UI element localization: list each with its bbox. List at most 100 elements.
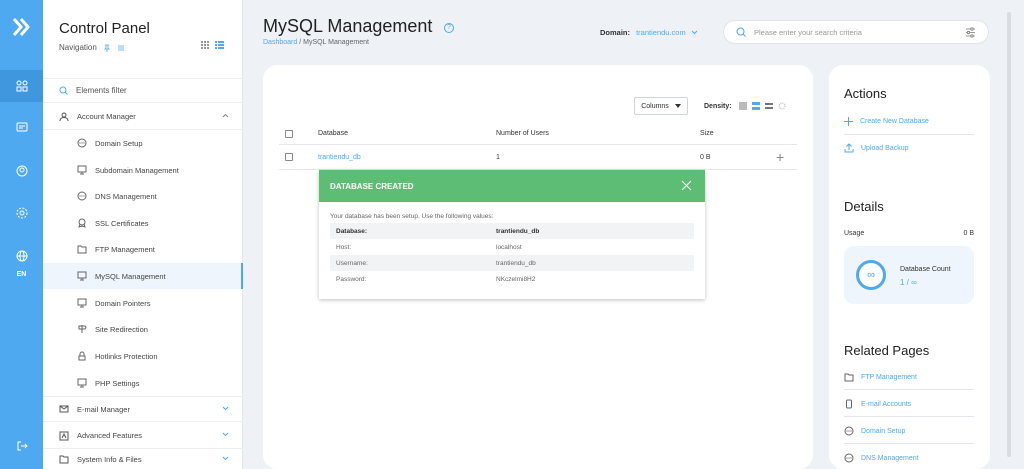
database-count-widget: ∞ Database Count 1 / ∞	[844, 246, 974, 304]
dns-icon	[77, 191, 87, 201]
select-all-checkbox[interactable]	[285, 123, 293, 144]
chevron-down-icon	[222, 456, 229, 461]
user-icon	[59, 112, 69, 121]
www-icon	[77, 138, 87, 148]
credential-row: Host: localhost	[330, 239, 694, 255]
language-label[interactable]: EN	[0, 271, 43, 278]
database-count-value: 1 / ∞	[900, 278, 917, 287]
related-link-label: E-mail Accounts	[861, 400, 912, 408]
nav-section-system-info[interactable]: System Info & Files	[43, 449, 243, 469]
table-row[interactable]: trantiendu_db 1 0 B +	[279, 145, 797, 170]
nav-subtitle: Navigation	[59, 43, 97, 52]
credential-value: localhost	[496, 243, 522, 251]
logo-icon[interactable]	[10, 16, 32, 38]
density-normal-icon[interactable]	[751, 102, 760, 110]
credential-key: Host:	[336, 243, 352, 251]
globe-icon[interactable]	[0, 242, 43, 270]
domain-label: Domain:	[600, 28, 630, 37]
list-view-icon[interactable]	[215, 41, 224, 49]
nav-item-dns-management[interactable]: DNS Management	[43, 183, 243, 209]
search-icon	[59, 86, 68, 95]
expand-row-icon[interactable]: +	[776, 145, 784, 169]
nav-item-label: PHP Settings	[95, 378, 140, 388]
chevron-down-icon	[691, 30, 698, 35]
nav-item-label: Domain Setup	[95, 138, 143, 148]
signpost-icon	[78, 325, 87, 333]
mobile-icon	[846, 399, 852, 409]
database-count-label: Database Count	[900, 266, 951, 273]
breadcrumb-dashboard-link[interactable]: Dashboard	[263, 39, 297, 46]
nav-item-domain-setup[interactable]: Domain Setup	[43, 130, 243, 156]
chevron-down-icon	[222, 432, 229, 437]
nav-item-label: Domain Pointers	[95, 298, 151, 308]
upload-backup-button[interactable]: Upload Backup	[844, 143, 908, 153]
elements-filter[interactable]: Elements filter	[43, 78, 243, 103]
icon-rail: EN	[0, 0, 43, 469]
nav-section-label: E-mail Manager	[77, 404, 130, 414]
page-scrollbar[interactable]	[1007, 12, 1011, 457]
filter-settings-icon[interactable]	[965, 27, 976, 38]
grid-view-icon[interactable]	[201, 41, 209, 49]
columns-button[interactable]: Columns	[634, 97, 688, 115]
related-link-dns-management[interactable]: DNS Management	[844, 453, 919, 463]
badge-icon	[78, 218, 86, 228]
domain-value[interactable]: trantiendu.com	[636, 28, 686, 37]
nav-item-label: DNS Management	[95, 191, 157, 201]
nav-item-ftp-management[interactable]: FTP Management	[43, 236, 243, 262]
dialog-body: Your database has been setup. Use the fo…	[319, 202, 705, 287]
nav-item-label: MySQL Management	[95, 271, 166, 281]
divider	[844, 416, 974, 417]
nav-item-ssl-certificates[interactable]: SSL Certificates	[43, 210, 243, 236]
create-database-button[interactable]: Create New Database	[844, 117, 929, 126]
columns-button-label: Columns	[641, 102, 669, 110]
nav-section-account-manager[interactable]: Account Manager	[43, 104, 243, 130]
column-header-size[interactable]: Size	[700, 123, 714, 144]
density-compact-icon[interactable]	[738, 102, 747, 110]
search-bar	[723, 20, 989, 44]
dashboard-icon[interactable]	[0, 70, 43, 102]
chat-icon[interactable]	[0, 114, 43, 142]
domain-selector[interactable]: Domain: trantiendu.com	[600, 28, 698, 37]
close-icon[interactable]	[681, 180, 692, 191]
navigation-panel: Control Panel Navigation Elements filter…	[43, 0, 243, 469]
settings-icon[interactable]	[0, 199, 43, 227]
search-input[interactable]	[754, 27, 949, 37]
user-icon[interactable]	[0, 157, 43, 185]
list-toggle-icon[interactable]	[117, 44, 125, 52]
related-link-ftp[interactable]: FTP Management	[844, 372, 917, 382]
create-database-label: Create New Database	[860, 118, 929, 125]
row-checkbox[interactable]	[285, 145, 293, 169]
nav-item-mysql-management[interactable]: MySQL Management	[43, 263, 243, 289]
credential-value: trantiendu_db	[496, 227, 540, 235]
column-header-users[interactable]: Number of Users	[496, 123, 549, 144]
user-count: 1	[496, 153, 500, 161]
usage-value: 0 B	[963, 230, 974, 237]
nav-item-subdomain-management[interactable]: Subdomain Management	[43, 157, 243, 183]
database-name-link[interactable]: trantiendu_db	[318, 145, 361, 169]
nav-item-hotlinks-protection[interactable]: Hotlinks Protection	[43, 343, 243, 369]
nav-item-domain-pointers[interactable]: Domain Pointers	[43, 290, 243, 316]
upload-icon	[844, 143, 854, 153]
upload-backup-label: Upload Backup	[861, 144, 909, 152]
nav-section-email-manager[interactable]: E-mail Manager	[43, 396, 243, 422]
column-header-database[interactable]: Database	[318, 123, 348, 144]
related-link-email-accounts[interactable]: E-mail Accounts	[844, 399, 911, 409]
nav-item-php-settings[interactable]: PHP Settings	[43, 370, 243, 396]
nav-section-advanced-features[interactable]: Advanced Features	[43, 423, 243, 449]
logout-icon[interactable]	[0, 432, 43, 460]
credentials-list: Database: trantiendu_db Host: localhost …	[330, 223, 694, 287]
divider	[844, 389, 974, 390]
nav-section-label: Account Manager	[77, 112, 136, 121]
table-settings-icon[interactable]	[778, 102, 786, 110]
actions-title: Actions	[844, 86, 887, 101]
related-link-domain-setup[interactable]: Domain Setup	[844, 426, 905, 436]
density-comfortable-icon[interactable]	[764, 102, 773, 110]
divider	[844, 443, 974, 444]
nav-item-label: Hotlinks Protection	[95, 351, 158, 361]
pin-icon[interactable]	[103, 44, 111, 52]
related-link-label: DNS Management	[861, 454, 919, 462]
nav-title: Control Panel	[59, 20, 150, 37]
nav-item-site-redirection[interactable]: Site Redirection	[43, 316, 243, 342]
usage-label: Usage	[844, 230, 865, 237]
help-icon[interactable]: ?	[444, 23, 454, 33]
